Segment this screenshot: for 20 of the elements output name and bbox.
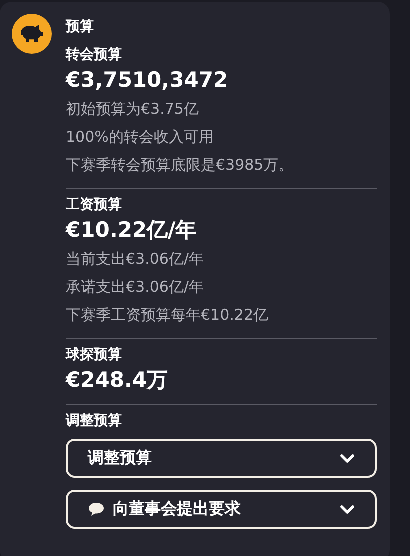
budget-note: 初始预算为€3.75亿 (66, 99, 200, 120)
budget-note: 100%的转会收入可用 (66, 127, 215, 148)
budget-note: 下赛季工资预算每年€10.22亿 (66, 305, 270, 326)
chevron-down-icon (340, 454, 355, 464)
dropdown-button[interactable]: 调整预算 (66, 439, 377, 478)
budget-note: 承诺支出€3.06亿/年 (66, 277, 205, 298)
budget-note: 当前支出€3.06亿/年 (66, 249, 205, 270)
panel-title: 预算 (66, 18, 95, 37)
section-title: 工资预算 (66, 196, 123, 215)
dropdown-button[interactable]: 向董事会提出要求 (66, 490, 377, 529)
section-title: 转会预算 (66, 46, 123, 65)
budget-amount: €248.4万 (66, 367, 170, 394)
budget-amount: €10.22亿/年 (66, 217, 198, 244)
budget-amount: €3,7510,3472 (66, 67, 230, 94)
budget-note: 下赛季转会预算底限是€3985万。 (66, 155, 295, 176)
speech-bubble-icon (88, 502, 105, 517)
pig-icon (12, 14, 52, 54)
section-title: 调整预算 (66, 412, 123, 431)
section-title: 球探预算 (66, 346, 123, 365)
chevron-down-icon (340, 504, 355, 514)
